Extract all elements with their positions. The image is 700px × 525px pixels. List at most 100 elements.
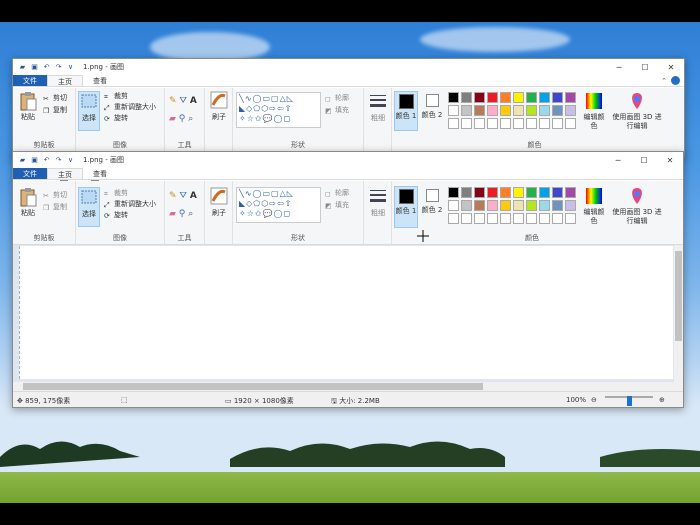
tab-view[interactable]: 查看 <box>83 75 117 86</box>
color-swatch[interactable] <box>474 213 485 224</box>
title-bar[interactable]: ▰ ▣ ↶ ↷ ∨ 1.png - 画图 ─ ☐ ✕ <box>13 59 684 75</box>
color-swatch[interactable] <box>474 187 485 198</box>
color1-button[interactable]: 颜色 1 <box>394 186 418 228</box>
color-swatch[interactable] <box>539 92 550 103</box>
eraser-icon[interactable]: ▰ <box>169 114 176 124</box>
color-swatch[interactable] <box>552 118 563 129</box>
edit-colors-button[interactable]: 编辑颜色 <box>582 186 606 226</box>
zoom-out-icon[interactable]: ⊖ <box>591 396 597 404</box>
color-swatch[interactable] <box>461 213 472 224</box>
horizontal-scrollbar[interactable] <box>13 382 674 391</box>
color-swatch[interactable] <box>526 105 537 116</box>
color-swatch[interactable] <box>565 105 576 116</box>
paint3d-button[interactable]: 使用画图 3D 进行编辑 <box>612 91 662 131</box>
save-icon[interactable]: ▣ <box>30 63 39 72</box>
undo-icon[interactable]: ↶ <box>42 63 51 72</box>
close-icon[interactable]: ✕ <box>657 156 683 165</box>
tab-file[interactable]: 文件 <box>13 168 47 179</box>
color-swatch[interactable] <box>526 213 537 224</box>
paint-window-front[interactable]: ▰ ▣ ↶ ↷ ∨ 1.png - 画图 ─ ☐ ✕ 文件 主页 查看 H V … <box>12 151 684 408</box>
maximize-icon[interactable]: ☐ <box>631 156 657 165</box>
close-icon[interactable]: ✕ <box>658 63 684 72</box>
color-swatch[interactable] <box>500 118 511 129</box>
copy-button[interactable]: ❐ 复制 <box>43 105 67 115</box>
edit-colors-button[interactable]: 编辑颜色 <box>582 91 606 131</box>
color-swatch[interactable] <box>552 92 563 103</box>
color-swatch[interactable] <box>526 187 537 198</box>
color-swatch[interactable] <box>500 105 511 116</box>
color-swatch[interactable] <box>448 92 459 103</box>
paste-button[interactable]: 粘贴 <box>16 187 40 218</box>
color-swatch[interactable] <box>500 200 511 211</box>
drawing-canvas[interactable] <box>19 246 673 379</box>
color-swatch[interactable] <box>565 213 576 224</box>
vertical-scroll-thumb[interactable] <box>675 251 682 341</box>
color-swatch[interactable] <box>474 105 485 116</box>
color2-button[interactable]: 颜色 2 <box>420 91 444 120</box>
color-swatch[interactable] <box>461 187 472 198</box>
title-bar[interactable]: ▰ ▣ ↶ ↷ ∨ 1.png - 画图 ─ ☐ ✕ <box>13 152 683 168</box>
color-swatch[interactable] <box>552 200 563 211</box>
color-swatch[interactable] <box>539 187 550 198</box>
color-swatch[interactable] <box>565 92 576 103</box>
canvas-area[interactable] <box>13 245 683 391</box>
color-swatch[interactable] <box>448 118 459 129</box>
color-swatch[interactable] <box>513 118 524 129</box>
color-swatch[interactable] <box>513 200 524 211</box>
color-swatch[interactable] <box>461 105 472 116</box>
color-swatch[interactable] <box>448 105 459 116</box>
select-button[interactable]: 选择 <box>78 187 100 227</box>
tab-home[interactable]: 主页 <box>47 168 83 179</box>
tab-view[interactable]: 查看 <box>83 168 117 179</box>
magnifier-icon[interactable]: ⌕ <box>188 209 193 219</box>
color-swatch[interactable] <box>565 187 576 198</box>
eraser-icon[interactable]: ▰ <box>169 209 176 219</box>
color-swatch[interactable] <box>513 105 524 116</box>
color-swatch[interactable] <box>552 187 563 198</box>
copy-button[interactable]: ❐ 复制 <box>43 202 67 212</box>
minimize-icon[interactable]: ─ <box>606 63 632 72</box>
color-swatch[interactable] <box>526 200 537 211</box>
color-swatch[interactable] <box>487 118 498 129</box>
zoom-in-icon[interactable]: ⊕ <box>659 396 665 404</box>
zoom-slider-thumb[interactable] <box>627 396 632 406</box>
color-swatch[interactable] <box>500 92 511 103</box>
color-swatch[interactable] <box>461 200 472 211</box>
color-swatch[interactable] <box>461 92 472 103</box>
tab-file[interactable]: 文件 <box>13 75 47 86</box>
color-swatch[interactable] <box>487 213 498 224</box>
qa-dropdown-icon[interactable]: ∨ <box>66 156 75 165</box>
color-swatch[interactable] <box>474 118 485 129</box>
shapes-gallery[interactable]: ╲∿◯▭▢△◺ ◣◇⬠⬡⇨⇦⇧ ✧☆✩💬◯◻ <box>236 187 321 223</box>
outline-button[interactable]: ◻ 轮廓 <box>325 93 349 103</box>
select-button[interactable]: 选择 <box>78 91 100 131</box>
color-picker-icon[interactable]: ⚲ <box>179 209 186 219</box>
color-swatch[interactable] <box>474 92 485 103</box>
save-icon[interactable]: ▣ <box>30 156 39 165</box>
color-swatch[interactable] <box>448 187 459 198</box>
color-swatch[interactable] <box>552 213 563 224</box>
qa-dropdown-icon[interactable]: ∨ <box>66 63 75 72</box>
color-swatch[interactable] <box>500 213 511 224</box>
text-icon[interactable]: A <box>190 191 197 201</box>
redo-icon[interactable]: ↷ <box>54 156 63 165</box>
cut-button[interactable]: ✂ 剪切 <box>43 93 67 103</box>
color-swatch[interactable] <box>448 200 459 211</box>
color-picker-icon[interactable]: ⚲ <box>179 114 186 124</box>
magnifier-icon[interactable]: ⌕ <box>188 114 193 124</box>
text-icon[interactable]: A <box>190 96 197 106</box>
undo-icon[interactable]: ↶ <box>42 156 51 165</box>
rotate-button[interactable]: ⟳ 旋转 <box>104 113 128 123</box>
fill-bucket-icon[interactable]: ⛛ <box>179 96 187 106</box>
fill-button[interactable]: ◩ 填充 <box>325 105 349 115</box>
color-swatch[interactable] <box>487 187 498 198</box>
brushes-button[interactable]: 刷子 <box>208 187 230 218</box>
color-swatch[interactable] <box>539 105 550 116</box>
color-swatch[interactable] <box>487 92 498 103</box>
color-swatch[interactable] <box>526 118 537 129</box>
resize-button[interactable]: ⤢ 重新调整大小 <box>104 102 156 112</box>
color-swatch[interactable] <box>461 118 472 129</box>
color-swatch[interactable] <box>552 105 563 116</box>
color-swatch[interactable] <box>500 187 511 198</box>
color-swatch[interactable] <box>526 92 537 103</box>
